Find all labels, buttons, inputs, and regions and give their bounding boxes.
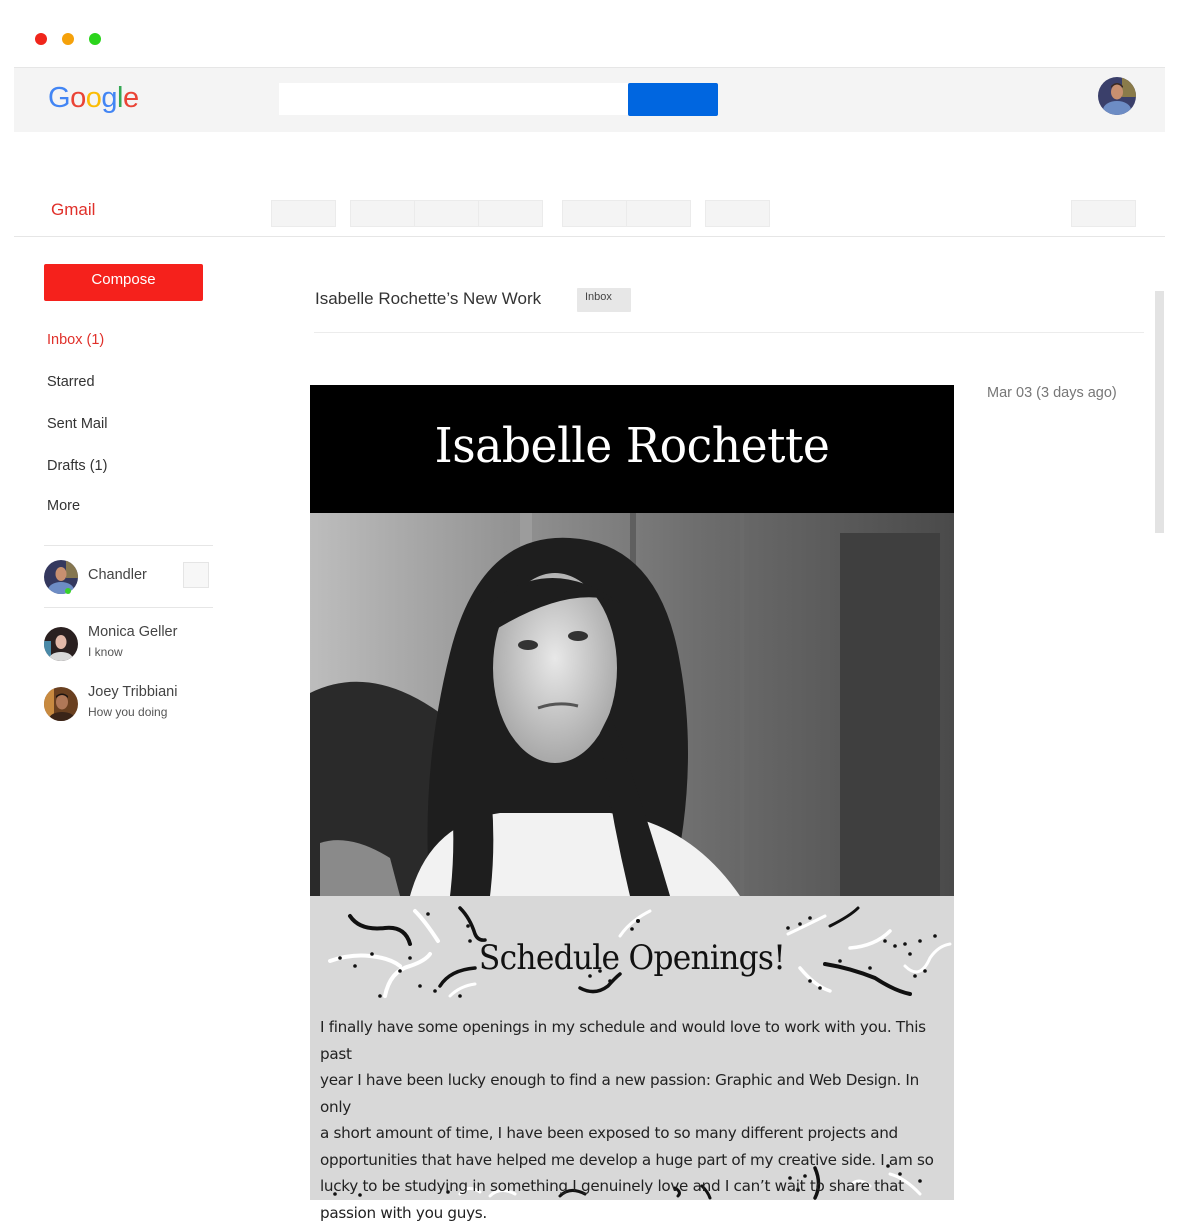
google-logo[interactable]: Google xyxy=(48,82,139,115)
message-header-divider xyxy=(314,332,1144,333)
toolbar-button-spam[interactable] xyxy=(414,200,479,227)
message-date: Mar 03 (3 days ago) xyxy=(987,385,1117,401)
minimize-window-button[interactable] xyxy=(62,33,74,45)
logo-letter: g xyxy=(101,82,117,114)
contact-avatar-joey[interactable] xyxy=(44,687,78,721)
contact-status: I know xyxy=(88,645,123,659)
sidebar-item-sent-mail[interactable]: Sent Mail xyxy=(47,416,107,432)
logo-letter: G xyxy=(48,82,70,114)
logo-letter: o xyxy=(86,82,102,114)
toolbar-divider xyxy=(14,236,1165,237)
toolbar-button-select[interactable] xyxy=(271,200,336,227)
compose-button[interactable]: Compose xyxy=(44,264,203,301)
online-status-indicator xyxy=(65,588,71,594)
portrait-photo xyxy=(310,513,954,896)
toolbar-button-move[interactable] xyxy=(562,200,627,227)
contact-name[interactable]: Monica Geller xyxy=(88,624,177,640)
toolbar-button-labels[interactable] xyxy=(626,200,691,227)
toolbar-button-more[interactable] xyxy=(705,200,770,227)
scrollbar[interactable] xyxy=(1155,291,1164,533)
contact-avatar-chandler[interactable] xyxy=(44,560,78,594)
contact-status: How you doing xyxy=(88,705,167,719)
body-line: passion with you guys. xyxy=(320,1200,950,1226)
body-line: opportunities that have helped me develo… xyxy=(320,1147,950,1174)
search-button[interactable] xyxy=(628,83,718,116)
message-subject: Isabelle Rochette’s New Work xyxy=(315,289,541,309)
toolbar-button-archive[interactable] xyxy=(350,200,415,227)
sidebar-item-starred[interactable]: Starred xyxy=(47,374,95,390)
body-line: year I have been lucky enough to find a … xyxy=(320,1067,950,1120)
account-avatar[interactable] xyxy=(1098,77,1136,115)
search-input[interactable] xyxy=(279,83,628,115)
sidebar-item-drafts[interactable]: Drafts (1) xyxy=(47,458,107,474)
gmail-menu[interactable]: Gmail xyxy=(51,200,95,220)
label-badge-inbox[interactable]: Inbox xyxy=(577,288,631,312)
logo-letter: o xyxy=(70,82,86,114)
maximize-window-button[interactable] xyxy=(89,33,101,45)
chat-toggle[interactable] xyxy=(183,562,209,588)
toolbar-button-delete[interactable] xyxy=(478,200,543,227)
sidebar-item-more[interactable]: More xyxy=(47,498,80,514)
contact-avatar-monica[interactable] xyxy=(44,627,78,661)
email-body-text: I finally have some openings in my sched… xyxy=(320,1014,950,1226)
toolbar-button-settings[interactable] xyxy=(1071,200,1136,227)
contact-name[interactable]: Chandler xyxy=(88,567,147,583)
sidebar-divider xyxy=(44,607,213,608)
body-line: I finally have some openings in my sched… xyxy=(320,1014,950,1067)
close-window-button[interactable] xyxy=(35,33,47,45)
section-title: Schedule Openings! xyxy=(336,938,928,978)
sidebar-divider xyxy=(44,545,213,546)
body-line: a short amount of time, I have been expo… xyxy=(320,1120,950,1147)
contact-name[interactable]: Joey Tribbiani xyxy=(88,684,177,700)
logo-letter: e xyxy=(123,82,139,114)
body-line: lucky to be studying in something I genu… xyxy=(320,1173,950,1200)
sidebar-item-inbox[interactable]: Inbox (1) xyxy=(47,332,104,348)
email-title: Isabelle Rochette xyxy=(326,418,938,474)
